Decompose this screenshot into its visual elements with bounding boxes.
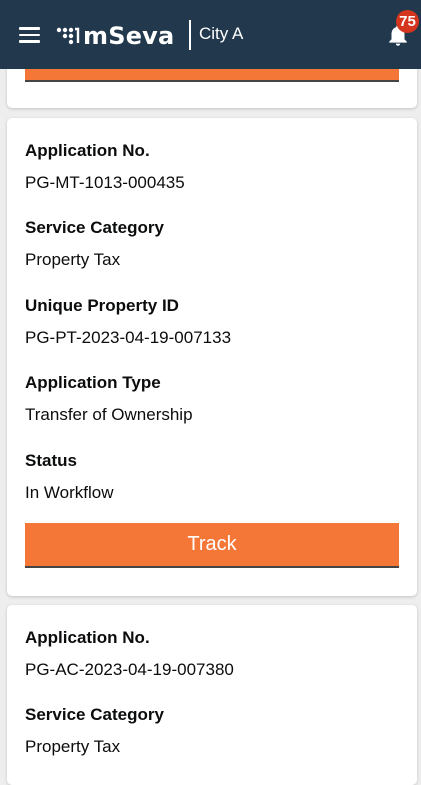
service-category-value: Property Tax [25,250,121,269]
status-value: In Workflow [25,483,114,502]
header-divider [189,20,191,50]
application-number-value: PG-MT-1013-000435 [25,173,185,192]
top-app-bar: mSeva City A 75 [0,0,421,69]
hamburger-menu-icon[interactable] [19,27,40,43]
app-name: mSeva [83,22,175,50]
application-type-label: Application Type [25,373,161,392]
application-card-next: Application No. PG-AC-2023-04-19-007380 … [7,605,417,785]
application-number-value: PG-AC-2023-04-19-007380 [25,660,234,679]
unique-property-id-value: PG-PT-2023-04-19-007133 [25,328,232,347]
mseva-logo-icon [56,27,80,45]
service-category-label: Service Category [25,705,164,724]
city-name: City A [199,24,244,43]
unique-property-id-label: Unique Property ID [25,296,179,315]
application-number-label: Application No. [25,628,150,647]
service-category-label: Service Category [25,218,164,237]
service-category-value: Property Tax [25,737,121,756]
track-button[interactable]: Track [25,523,399,568]
notification-count-badge[interactable]: 75 [396,10,419,33]
app-logo: mSeva [56,19,174,53]
application-type-value: Transfer of Ownership [25,405,193,424]
status-label: Status [25,451,77,470]
application-number-label: Application No. [25,141,150,160]
application-card: Application No. PG-MT-1013-000435 Servic… [7,118,417,596]
